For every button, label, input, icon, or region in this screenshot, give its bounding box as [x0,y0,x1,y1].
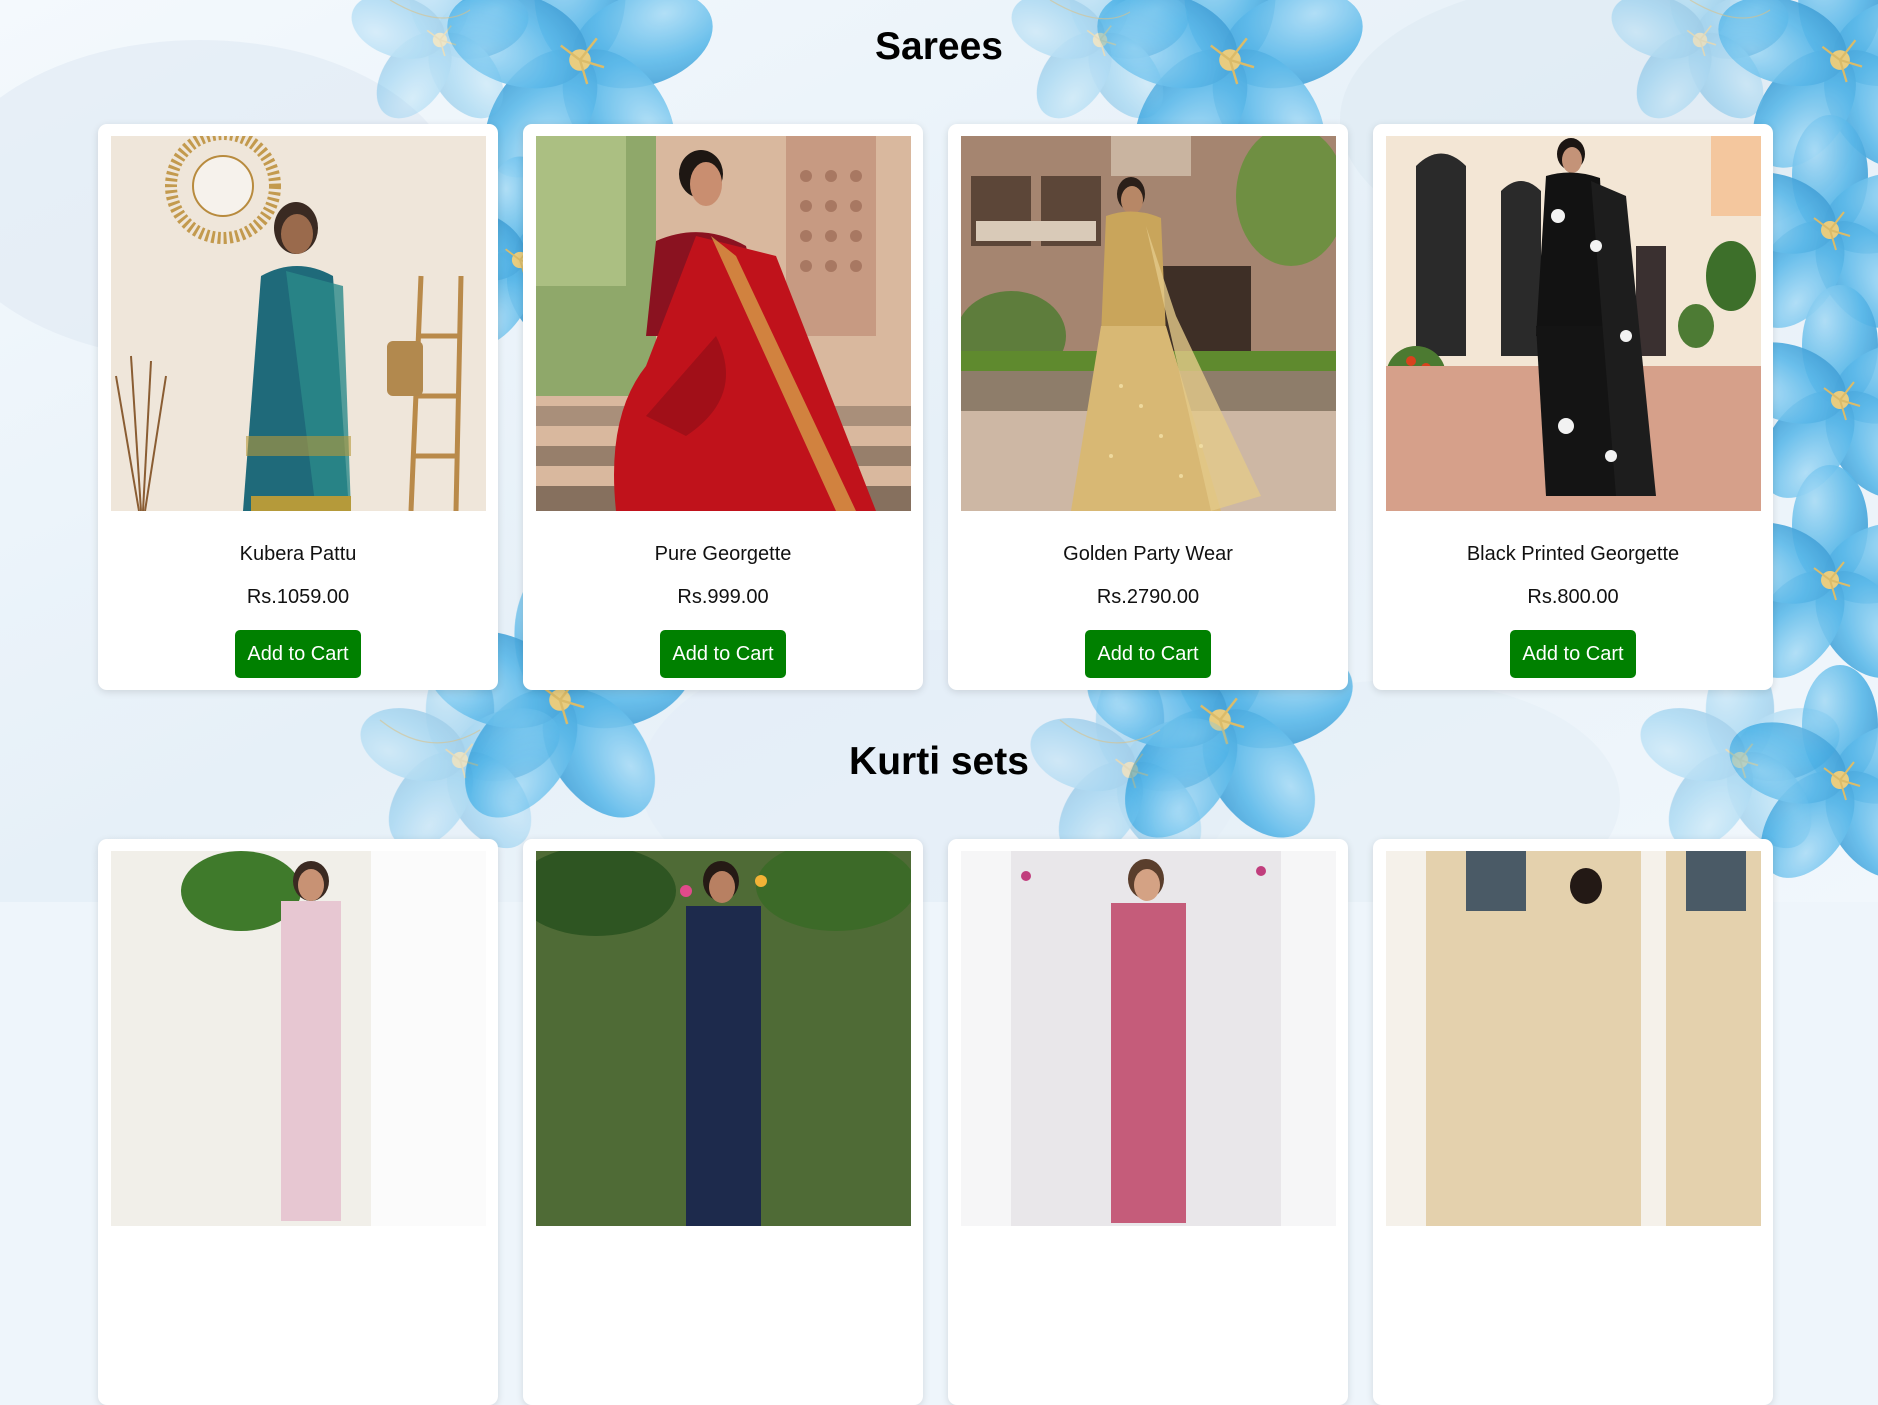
product-card: Kubera Pattu Rs.1059.00 Add to Cart [98,124,498,690]
product-image[interactable] [961,136,1336,511]
add-to-cart-button[interactable]: Add to Cart [235,630,361,678]
product-name: Golden Party Wear [1063,543,1233,565]
product-image[interactable] [536,851,911,1226]
product-card: Golden Party Wear Rs.2790.00 Add to Cart [948,124,1348,690]
product-card [948,839,1348,1405]
product-grid-kurti-sets [98,839,1773,1405]
product-image[interactable] [536,136,911,511]
product-name: Pure Georgette [654,543,792,565]
product-image[interactable] [111,136,486,511]
product-card [523,839,923,1405]
add-to-cart-button[interactable]: Add to Cart [1510,630,1636,678]
product-price: Rs.999.00 [677,586,769,608]
product-card [1373,839,1773,1405]
product-image[interactable] [1386,851,1761,1226]
product-card: Pure Georgette Rs.999.00 Add to Cart [523,124,923,690]
product-image[interactable] [111,851,486,1226]
product-price: Rs.1059.00 [246,586,350,608]
section-title-sarees: Sarees [875,25,1003,68]
product-name: Kubera Pattu [239,543,357,565]
add-to-cart-button[interactable]: Add to Cart [1085,630,1211,678]
section-title-kurti-sets: Kurti sets [849,740,1029,783]
product-price: Rs.800.00 [1527,586,1619,608]
product-grid-sarees: Kubera Pattu Rs.1059.00 Add to Cart Pure… [98,124,1773,690]
product-name: Black Printed Georgette [1466,543,1680,565]
product-card [98,839,498,1405]
product-image[interactable] [961,851,1336,1226]
page-content: Sarees Kubera Pattu Rs.1059.00 Add to Ca… [0,0,1878,1405]
product-image[interactable] [1386,136,1761,511]
add-to-cart-button[interactable]: Add to Cart [660,630,786,678]
product-price: Rs.2790.00 [1096,586,1200,608]
product-card: Black Printed Georgette Rs.800.00 Add to… [1373,124,1773,690]
